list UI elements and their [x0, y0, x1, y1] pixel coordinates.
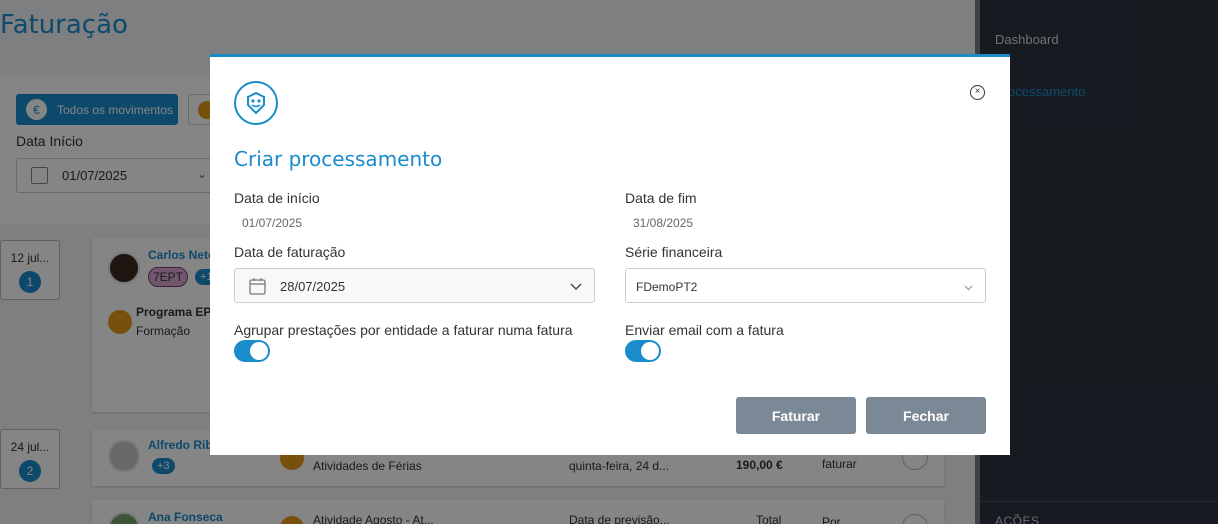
financial-series-value: FDemoPT2 [636, 280, 698, 294]
send-email-label: Enviar email com a fatura [625, 322, 784, 338]
end-date-label: Data de fim [625, 190, 697, 206]
end-date-value: 31/08/2025 [633, 216, 694, 230]
toggle-knob [641, 342, 659, 360]
create-processing-modal: × Criar processamento Data de início 01/… [210, 54, 1010, 455]
toggle-knob [250, 342, 268, 360]
close-icon[interactable]: × [970, 85, 985, 100]
chevron-down-icon [570, 279, 582, 294]
chevron-down-icon [964, 280, 973, 294]
close-button[interactable]: Fechar [866, 397, 986, 434]
group-installments-label: Agrupar prestações por entidade a fatura… [234, 322, 573, 338]
financial-series-label: Série financeira [625, 244, 723, 260]
billing-date-value: 28/07/2025 [280, 279, 346, 294]
modal-title: Criar processamento [234, 147, 443, 171]
start-date-value: 01/07/2025 [242, 216, 303, 230]
group-installments-toggle[interactable] [234, 340, 270, 362]
start-date-label: Data de início [234, 190, 320, 206]
billing-date-label: Data de faturação [234, 244, 346, 260]
app-logo-icon [234, 81, 278, 125]
billing-date-input[interactable]: 28/07/2025 [234, 268, 595, 303]
calendar-icon [249, 277, 266, 295]
send-email-toggle[interactable] [625, 340, 661, 362]
invoice-button[interactable]: Faturar [736, 397, 856, 434]
financial-series-select[interactable]: FDemoPT2 [625, 268, 986, 303]
